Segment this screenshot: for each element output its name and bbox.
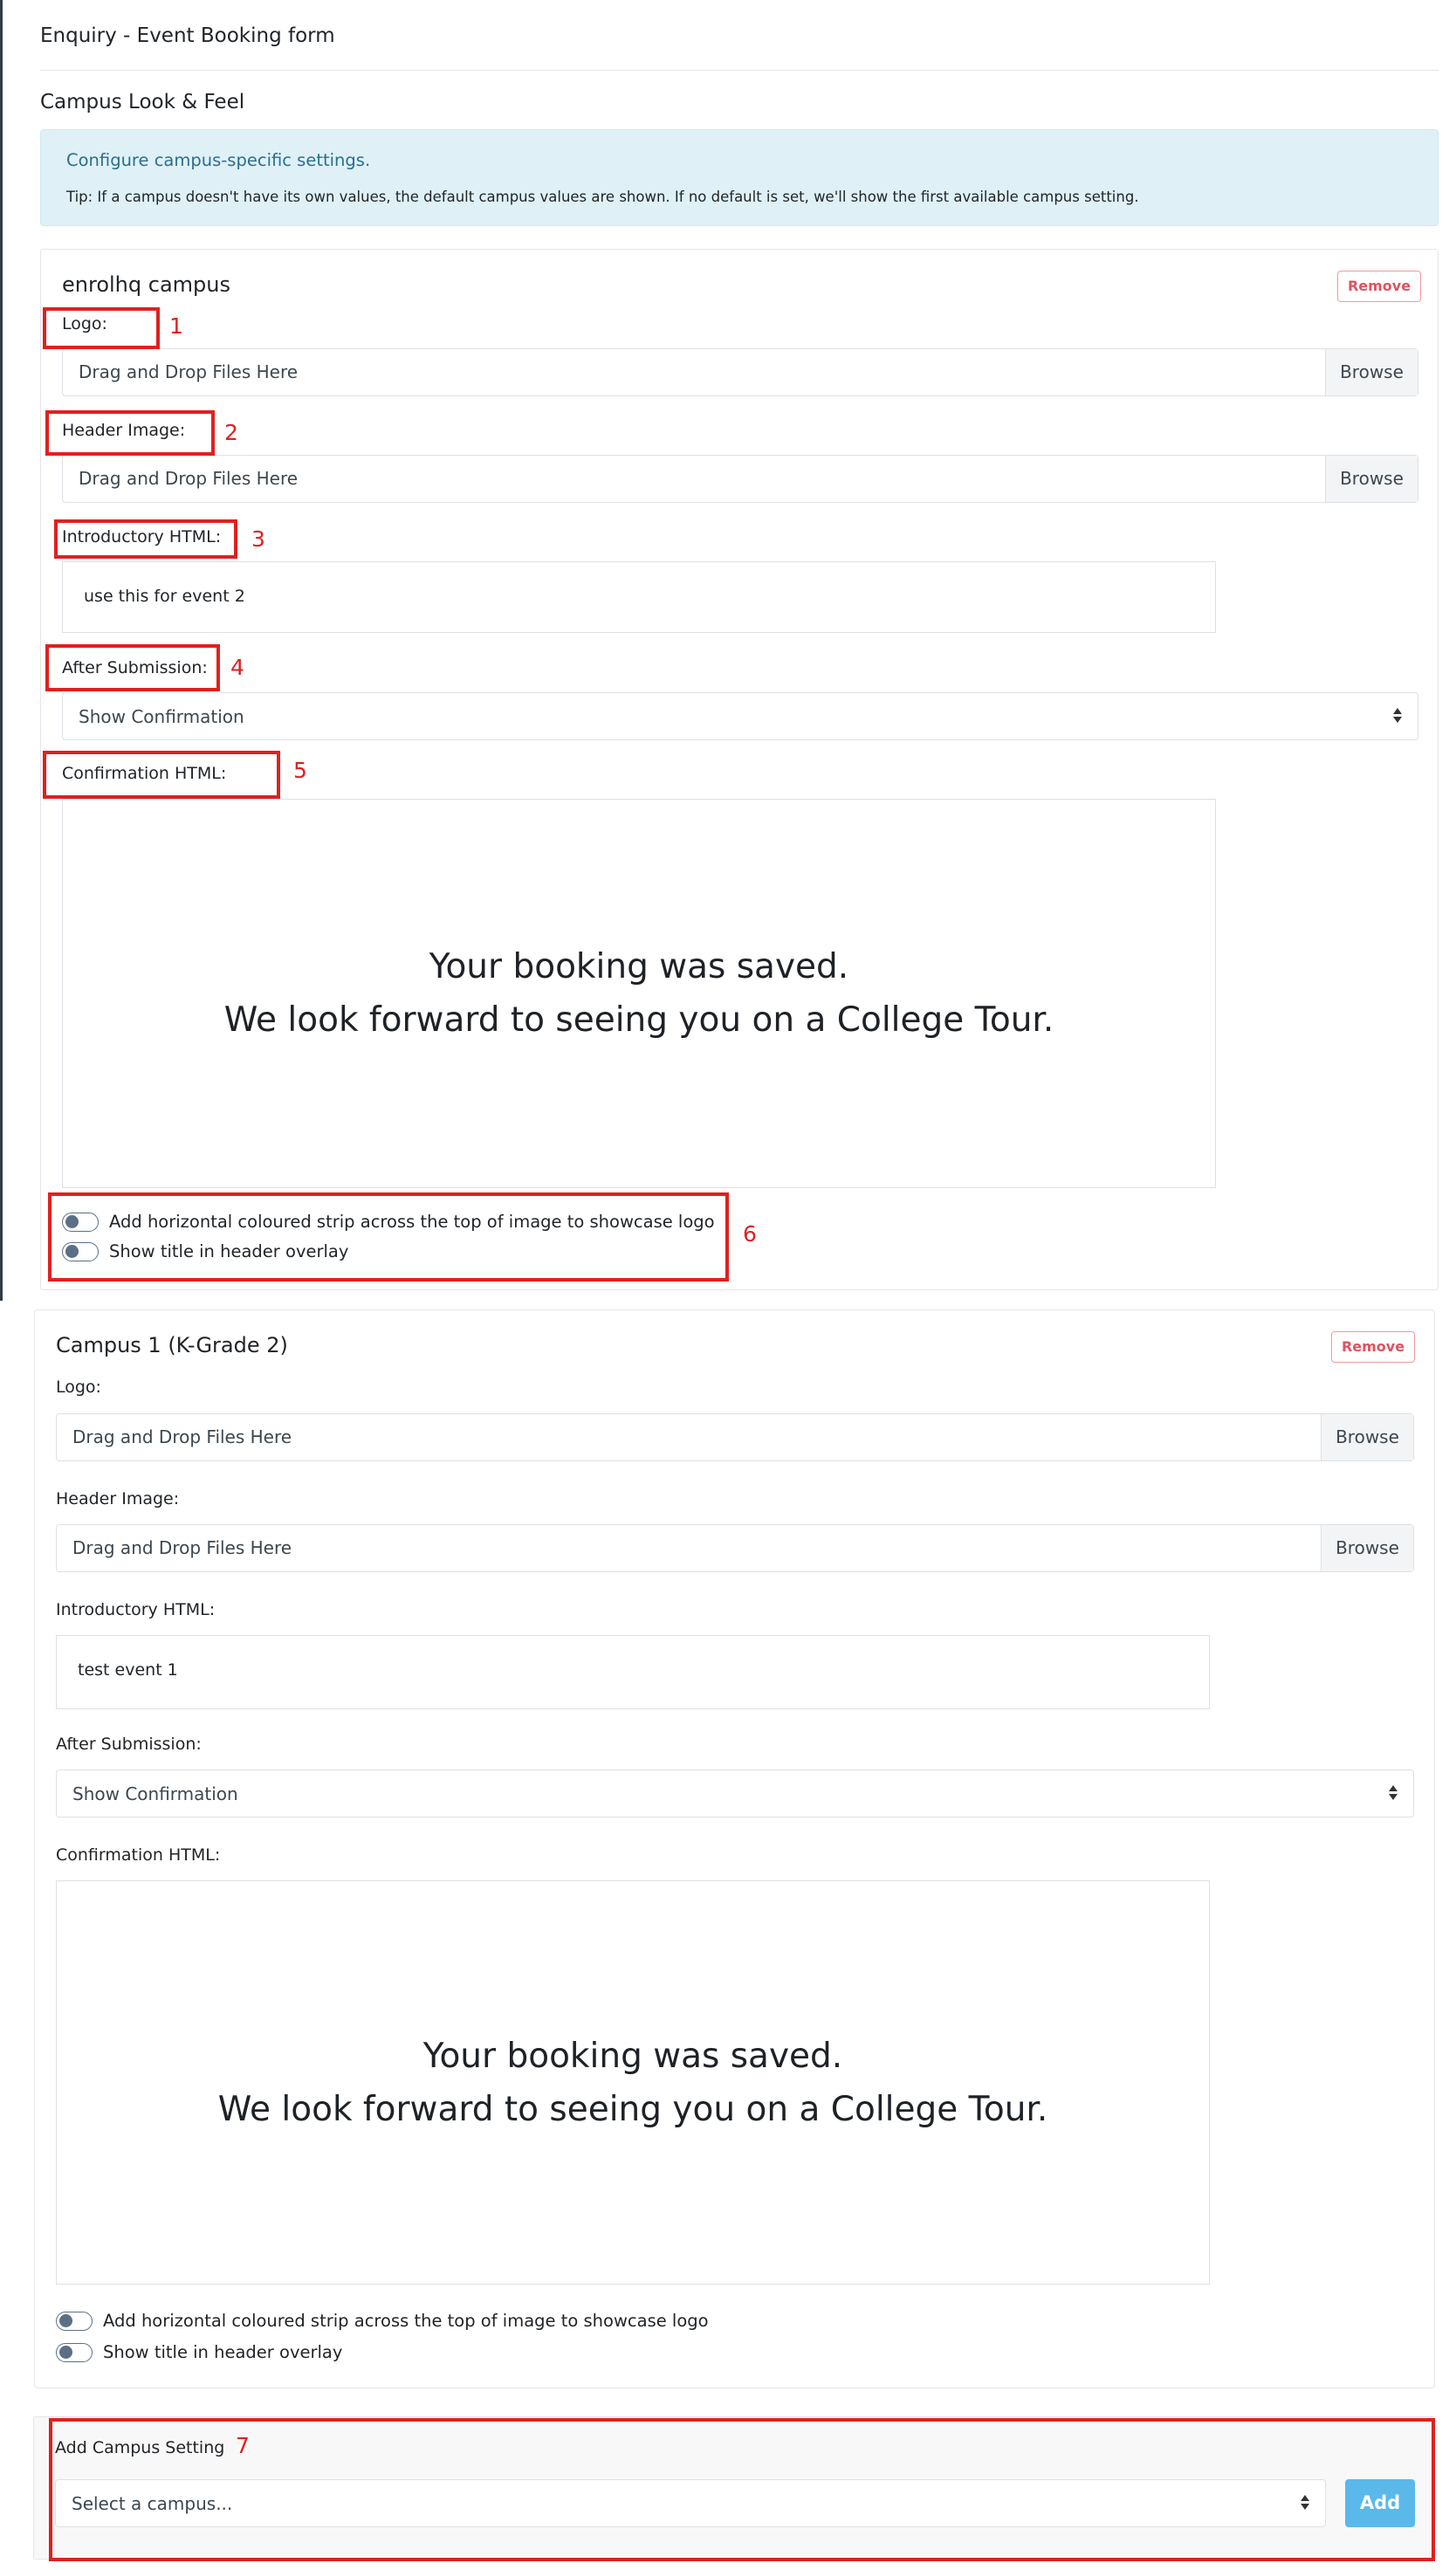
campus-card-campus-1: Campus 1 (K-Grade 2) Remove Logo: Drag a… bbox=[34, 1309, 1435, 2388]
campus-name: Campus 1 (K-Grade 2) bbox=[56, 1333, 288, 1357]
logo-strip-toggle[interactable] bbox=[56, 2311, 93, 2331]
left-edge-bar bbox=[0, 0, 3, 1301]
after-submission-label: After Submission: bbox=[56, 1735, 202, 1754]
logo-strip-toggle-label: Add horizontal coloured strip across the… bbox=[103, 2311, 709, 2331]
campus-name: enrolhq campus bbox=[62, 272, 230, 297]
intro-html-editor[interactable]: use this for event 2 bbox=[62, 561, 1216, 633]
logo-dropzone[interactable]: Drag and Drop Files Here Browse bbox=[62, 348, 1418, 396]
info-tip: Tip: If a campus doesn't have its own va… bbox=[66, 189, 1139, 205]
logo-browse-button[interactable]: Browse bbox=[1321, 1414, 1413, 1460]
annotation-number-7: 7 bbox=[236, 2433, 250, 2458]
confirmation-line-2: We look forward to seeing you on a Colle… bbox=[217, 2089, 1048, 2129]
title-divider bbox=[40, 70, 1439, 71]
toggle-knob bbox=[59, 2346, 72, 2359]
title-overlay-toggle-label: Show title in header overlay bbox=[103, 2342, 343, 2362]
annotation-number-2: 2 bbox=[224, 420, 238, 445]
confirmation-html-editor[interactable]: Your booking was saved. We look forward … bbox=[62, 799, 1216, 1188]
confirmation-line-1: Your booking was saved. bbox=[422, 2036, 843, 2076]
header-image-label: Header Image: bbox=[56, 1489, 180, 1508]
info-alert: Configure campus-specific settings. Tip:… bbox=[40, 129, 1439, 226]
annotation-number-6: 6 bbox=[743, 1221, 757, 1247]
toggle-row-title-overlay: Show title in header overlay bbox=[56, 2342, 342, 2362]
title-overlay-toggle[interactable] bbox=[56, 2342, 93, 2362]
annotation-number-5: 5 bbox=[293, 758, 307, 783]
intro-html-editor[interactable]: test event 1 bbox=[56, 1635, 1210, 1709]
confirmation-line-1: Your booking was saved. bbox=[429, 947, 849, 986]
logo-dropzone-text: Drag and Drop Files Here bbox=[72, 1426, 292, 1447]
logo-dropzone[interactable]: Drag and Drop Files Here Browse bbox=[56, 1413, 1414, 1461]
remove-button[interactable]: Remove bbox=[1337, 271, 1421, 302]
annotation-number-3: 3 bbox=[251, 526, 265, 552]
after-submission-value: Show Confirmation bbox=[72, 1783, 238, 1804]
intro-html-value: use this for event 2 bbox=[84, 587, 245, 606]
header-image-dropzone[interactable]: Drag and Drop Files Here Browse bbox=[56, 1524, 1414, 1572]
annotation-box-2 bbox=[45, 410, 215, 456]
header-image-browse-button[interactable]: Browse bbox=[1325, 456, 1418, 502]
annotation-box-5 bbox=[43, 751, 280, 799]
header-image-dropzone-text: Drag and Drop Files Here bbox=[72, 1537, 292, 1558]
annotation-box-1 bbox=[43, 307, 160, 349]
annotation-box-7 bbox=[49, 2418, 1435, 2561]
remove-button[interactable]: Remove bbox=[1331, 1331, 1415, 1363]
logo-browse-button[interactable]: Browse bbox=[1325, 349, 1418, 395]
annotation-box-4 bbox=[45, 644, 220, 691]
annotation-box-3 bbox=[54, 519, 237, 559]
after-submission-value: Show Confirmation bbox=[79, 706, 244, 727]
intro-html-label: Introductory HTML: bbox=[56, 1600, 216, 1619]
header-image-dropzone-text: Drag and Drop Files Here bbox=[79, 468, 299, 489]
header-image-browse-button[interactable]: Browse bbox=[1321, 1525, 1413, 1571]
select-caret-icon bbox=[1393, 708, 1402, 725]
confirmation-html-label: Confirmation HTML: bbox=[56, 1845, 221, 1865]
annotation-number-4: 4 bbox=[230, 655, 244, 680]
annotation-box-6 bbox=[48, 1192, 729, 1282]
annotation-number-1: 1 bbox=[169, 313, 183, 339]
page-title: Enquiry - Event Booking form bbox=[40, 24, 335, 47]
select-caret-icon bbox=[1389, 1785, 1398, 1803]
after-submission-select[interactable]: Show Confirmation bbox=[56, 1769, 1414, 1818]
intro-html-value: test event 1 bbox=[78, 1660, 178, 1680]
after-submission-select[interactable]: Show Confirmation bbox=[62, 692, 1418, 740]
logo-label: Logo: bbox=[56, 1378, 101, 1397]
confirmation-html-editor[interactable]: Your booking was saved. We look forward … bbox=[56, 1880, 1210, 2285]
section-title: Campus Look & Feel bbox=[40, 91, 245, 113]
info-text: Configure campus-specific settings. bbox=[66, 150, 371, 170]
confirmation-line-2: We look forward to seeing you on a Colle… bbox=[223, 1000, 1054, 1040]
toggle-row-logo-strip: Add horizontal coloured strip across the… bbox=[56, 2311, 709, 2331]
logo-dropzone-text: Drag and Drop Files Here bbox=[79, 361, 299, 382]
toggle-knob bbox=[59, 2314, 72, 2327]
header-image-dropzone[interactable]: Drag and Drop Files Here Browse bbox=[62, 455, 1418, 503]
